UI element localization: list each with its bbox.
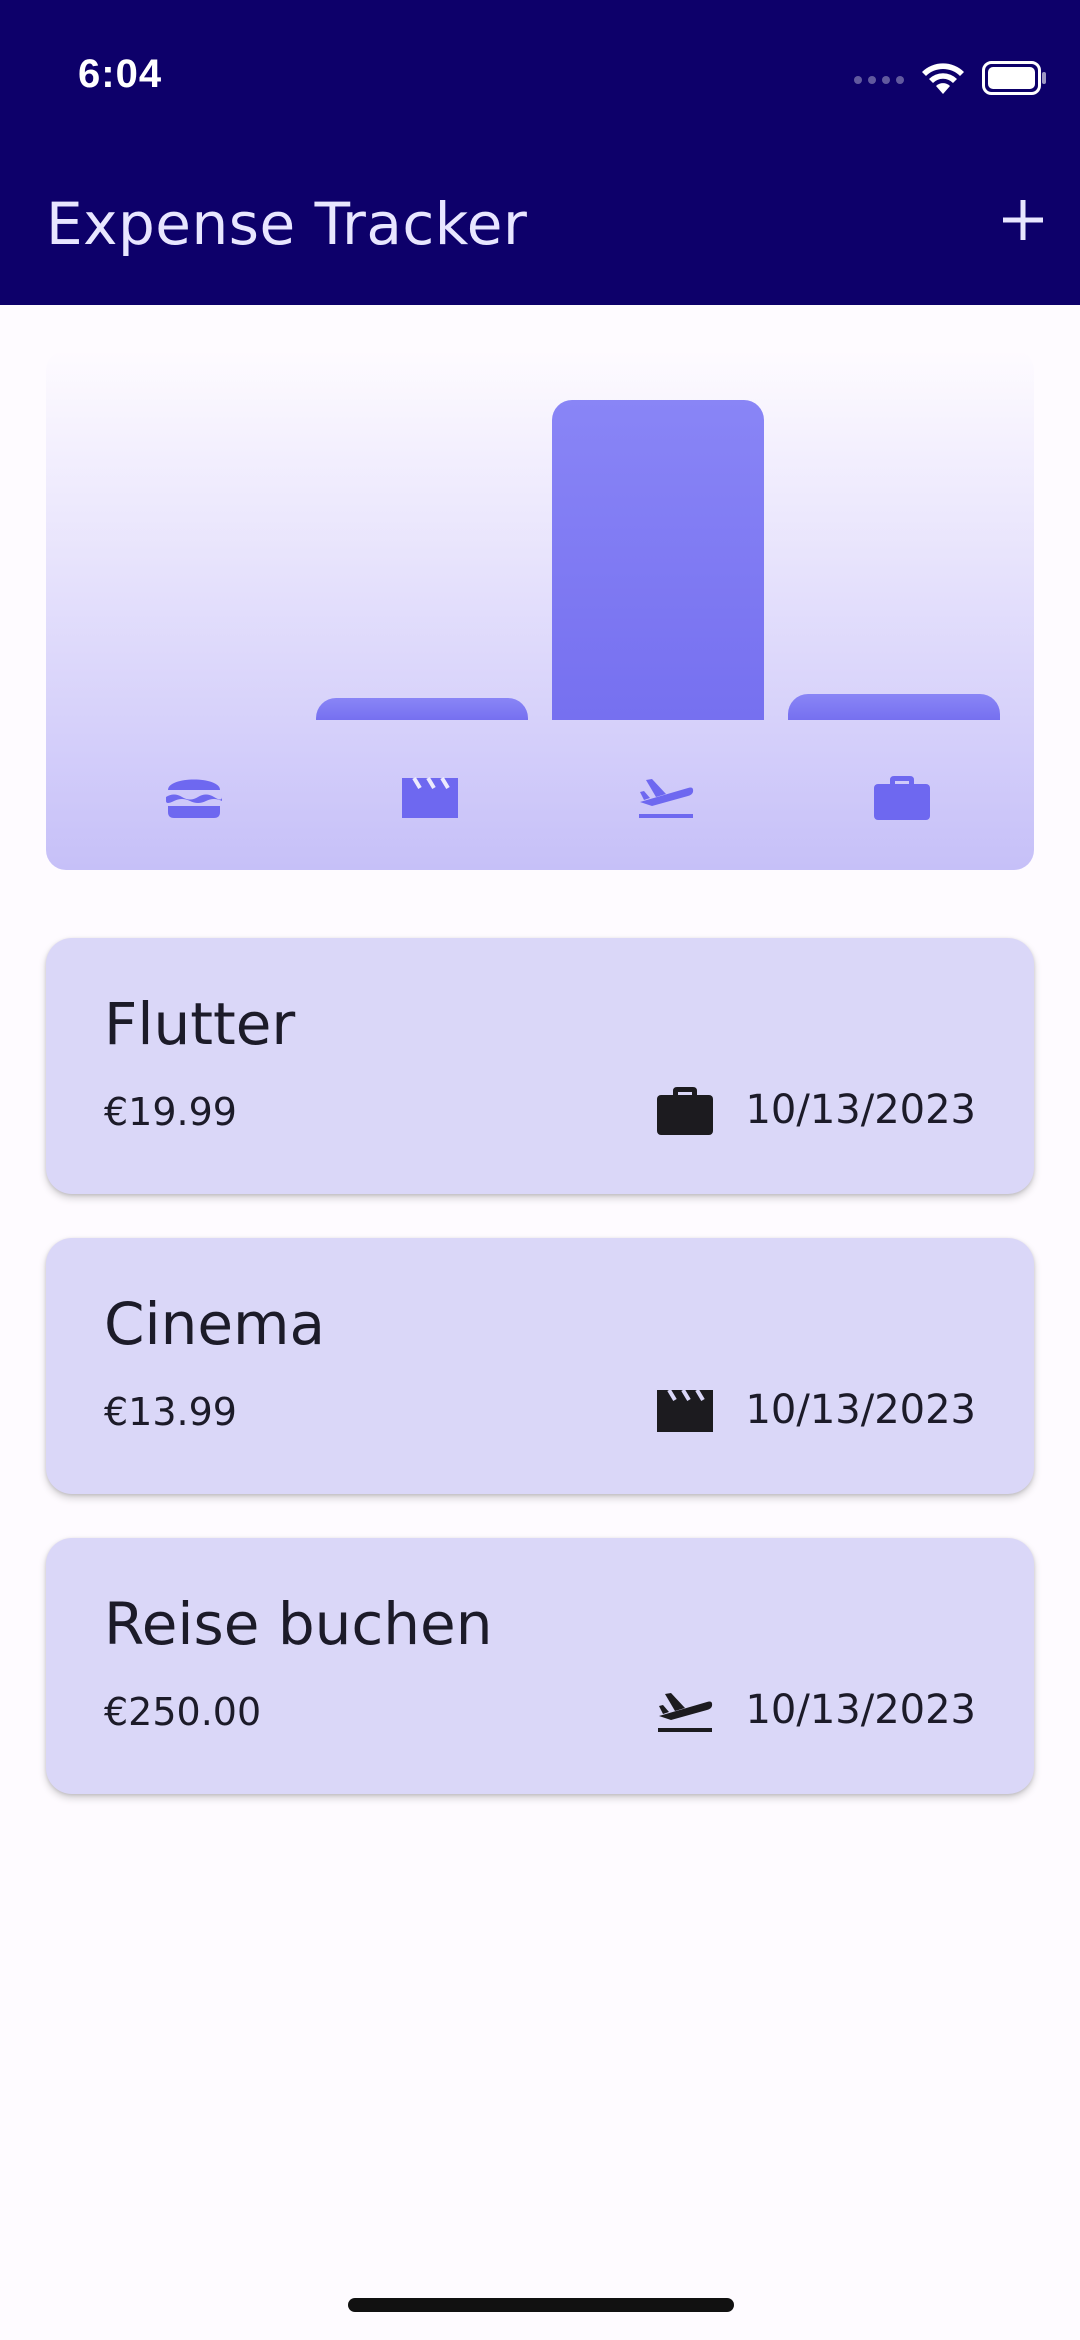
chart-category-icons (46, 760, 1034, 832)
expense-date: 10/13/2023 (745, 1387, 976, 1433)
expense-list: Flutter €19.99 10/13/2023 Cinema €13.99 (46, 938, 1034, 1838)
expense-amount: €19.99 (104, 1090, 237, 1134)
flight-takeoff-icon (630, 760, 702, 832)
chart-bar-leisure (316, 697, 528, 720)
expense-date: 10/13/2023 (745, 1087, 976, 1133)
expense-title: Flutter (104, 990, 296, 1058)
status-time: 6:04 (78, 52, 163, 96)
battery-icon (982, 61, 1048, 99)
status-icons (854, 56, 1048, 104)
plus-icon (1003, 200, 1043, 240)
expense-amount: €13.99 (104, 1390, 237, 1434)
wifi-icon (922, 61, 964, 99)
expense-date: 10/13/2023 (745, 1687, 976, 1733)
screen: 6:04 Expense Tracker Flutter €19.99 10/1… (0, 0, 1080, 2340)
burger-icon (158, 760, 230, 832)
chart-bar-work (788, 694, 1000, 720)
add-expense-button[interactable] (988, 185, 1058, 255)
expense-meta: 10/13/2023 (653, 1678, 976, 1742)
chart-bar-travel (552, 400, 764, 720)
expense-item[interactable]: Reise buchen €250.00 10/13/2023 (46, 1538, 1034, 1794)
expense-title: Cinema (104, 1290, 326, 1358)
movie-clapper-icon (394, 760, 466, 832)
expense-title: Reise buchen (104, 1590, 493, 1658)
signal-dots-icon (854, 76, 904, 84)
home-indicator (348, 2298, 734, 2312)
expense-amount: €250.00 (104, 1690, 262, 1734)
expense-item[interactable]: Flutter €19.99 10/13/2023 (46, 938, 1034, 1194)
chart-plot (46, 350, 1034, 720)
flight-takeoff-icon (653, 1678, 717, 1742)
app-title: Expense Tracker (46, 190, 528, 258)
expense-chart (46, 350, 1034, 870)
expense-item[interactable]: Cinema €13.99 10/13/2023 (46, 1238, 1034, 1494)
briefcase-icon (653, 1078, 717, 1142)
expense-meta: 10/13/2023 (653, 1078, 976, 1142)
app-bar: 6:04 Expense Tracker (0, 0, 1080, 305)
briefcase-icon (866, 760, 938, 832)
movie-clapper-icon (653, 1378, 717, 1442)
expense-meta: 10/13/2023 (653, 1378, 976, 1442)
